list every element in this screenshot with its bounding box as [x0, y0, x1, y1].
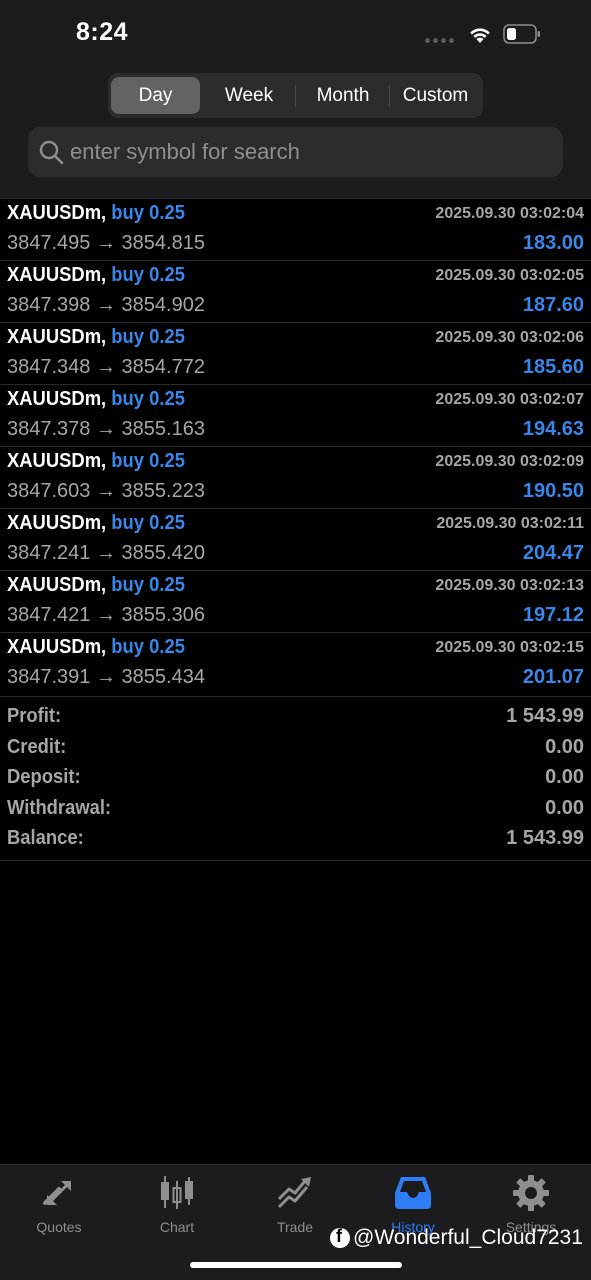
- deal-profit: 190.50: [522, 480, 584, 502]
- deal-row[interactable]: XAUUSDm, buy 0.25 2025.09.30 03:02:13 38…: [0, 570, 591, 632]
- deal-prices: 3847.378 → 3855.163: [7, 418, 205, 440]
- summary-credit-row: Credit: 0.00: [0, 732, 591, 763]
- wifi-icon: [470, 28, 490, 43]
- deal-side: buy 0.25: [111, 450, 185, 472]
- candlestick-chart-icon: [161, 1176, 193, 1209]
- balance-value: 1 543.99: [506, 827, 584, 849]
- tab-week[interactable]: Week: [204, 77, 294, 114]
- deal-prices: 3847.241 → 3855.420: [7, 542, 205, 564]
- deal-profit: 197.12: [522, 604, 584, 626]
- summary-section: Profit: 1 543.99 Credit: 0.00 Deposit: 0…: [0, 696, 591, 854]
- header-area: 8:24 Day Week Month Custom: [0, 0, 591, 198]
- deal-prices: 3847.495 → 3854.815: [7, 232, 205, 254]
- deal-prices: 3847.348 → 3854.772: [7, 356, 205, 378]
- deal-prices: 3847.391 → 3855.434: [7, 666, 205, 688]
- tab-quotes-label: Quotes: [36, 1219, 82, 1235]
- watermark-text: @Wonderful_Cloud7231: [353, 1226, 583, 1249]
- deal-profit: 185.60: [522, 356, 584, 378]
- withdrawal-value: 0.00: [545, 796, 584, 819]
- summary-withdrawal-row: Withdrawal: 0.00: [0, 793, 591, 824]
- tab-chart[interactable]: Chart: [118, 1173, 236, 1243]
- deal-side: buy 0.25: [111, 326, 185, 348]
- credit-label: Credit:: [7, 735, 67, 758]
- deal-symbol: XAUUSDm,: [7, 450, 107, 472]
- deal-datetime: 2025.09.30 03:02:07: [435, 391, 584, 408]
- tab-month[interactable]: Month: [297, 77, 389, 114]
- deal-side: buy 0.25: [111, 512, 185, 534]
- deal-symbol: XAUUSDm,: [7, 574, 107, 596]
- search-icon: [39, 140, 64, 165]
- search-bar: [28, 127, 563, 177]
- deals-list: XAUUSDm, buy 0.25 2025.09.30 03:02:04 38…: [0, 198, 591, 694]
- deal-datetime: 2025.09.30 03:02:09: [435, 453, 584, 470]
- deal-row[interactable]: XAUUSDm, buy 0.25 2025.09.30 03:02:15 38…: [0, 632, 591, 694]
- deal-profit: 194.63: [522, 418, 584, 440]
- deal-prices: 3847.603 → 3855.223: [7, 480, 205, 502]
- tab-quotes[interactable]: Quotes: [0, 1173, 118, 1243]
- search-input[interactable]: [70, 127, 550, 177]
- summary-profit-row: Profit: 1 543.99: [0, 701, 591, 732]
- deal-row[interactable]: XAUUSDm, buy 0.25 2025.09.30 03:02:06 38…: [0, 322, 591, 384]
- deal-datetime: 2025.09.30 03:02:06: [435, 329, 584, 346]
- history-screen: 8:24 Day Week Month Custom enter symbol …: [0, 0, 591, 1280]
- deal-side: buy 0.25: [111, 388, 185, 410]
- tab-custom[interactable]: Custom: [391, 77, 480, 114]
- profit-label: Profit:: [7, 705, 62, 727]
- deal-side: buy 0.25: [111, 636, 185, 658]
- deal-profit: 183.00: [522, 232, 584, 254]
- withdrawal-label: Withdrawal:: [7, 796, 112, 819]
- deal-row[interactable]: XAUUSDm, buy 0.25 2025.09.30 03:02:09 38…: [0, 446, 591, 508]
- summary-balance-row: Balance: 1 543.99: [0, 823, 591, 854]
- deposit-label: Deposit:: [7, 766, 81, 788]
- summary-deposit-row: Deposit: 0.00: [0, 762, 591, 793]
- balance-label: Balance:: [7, 827, 84, 849]
- watermark: @Wonderful_Cloud7231: [330, 1226, 583, 1256]
- tab-day[interactable]: Day: [111, 77, 200, 114]
- facebook-icon: [330, 1226, 350, 1248]
- status-time: 8:24: [76, 18, 129, 46]
- deal-symbol: XAUUSDm,: [7, 264, 107, 286]
- deal-symbol: XAUUSDm,: [7, 326, 107, 348]
- deposit-value: 0.00: [545, 766, 584, 788]
- deal-prices: 3847.421 → 3855.306: [7, 604, 205, 626]
- deal-symbol: XAUUSDm,: [7, 512, 107, 534]
- deal-datetime: 2025.09.30 03:02:15: [435, 639, 584, 656]
- deal-datetime: 2025.09.30 03:02:04: [435, 205, 584, 222]
- gear-icon: [513, 1175, 549, 1211]
- inbox-tray-icon: [395, 1177, 431, 1209]
- deal-symbol: XAUUSDm,: [7, 636, 107, 658]
- deal-side: buy 0.25: [111, 264, 185, 286]
- deal-datetime: 2025.09.30 03:02:05: [435, 267, 584, 284]
- credit-value: 0.00: [545, 735, 584, 758]
- deal-prices: 3847.398 → 3854.902: [7, 294, 205, 316]
- deal-datetime: 2025.09.30 03:02:13: [435, 577, 584, 594]
- deal-side: buy 0.25: [111, 202, 185, 224]
- summary-divider: [0, 860, 591, 861]
- deal-side: buy 0.25: [111, 574, 185, 596]
- segment-divider: [389, 85, 390, 107]
- deal-datetime: 2025.09.30 03:02:11: [436, 515, 584, 532]
- trade-trend-icon: [277, 1177, 311, 1209]
- status-bar: 8:24: [0, 0, 591, 70]
- segment-divider: [295, 85, 296, 107]
- deal-row[interactable]: XAUUSDm, buy 0.25 2025.09.30 03:02:07 38…: [0, 384, 591, 446]
- home-indicator[interactable]: [190, 1262, 402, 1268]
- deal-profit: 201.07: [522, 666, 584, 688]
- tab-chart-label: Chart: [159, 1219, 195, 1235]
- battery-icon: [503, 24, 540, 44]
- quotes-icon: [43, 1181, 71, 1205]
- deal-row[interactable]: XAUUSDm, buy 0.25 2025.09.30 03:02:11 38…: [0, 508, 591, 570]
- deal-symbol: XAUUSDm,: [7, 388, 107, 410]
- period-segmented-control: Day Week Month Custom: [108, 73, 483, 118]
- profit-value: 1 543.99: [506, 705, 584, 727]
- deal-profit: 204.47: [522, 542, 584, 564]
- deal-row[interactable]: XAUUSDm, buy 0.25 2025.09.30 03:02:04 38…: [0, 198, 591, 260]
- deal-profit: 187.60: [522, 294, 584, 316]
- deal-symbol: XAUUSDm,: [7, 202, 107, 224]
- deal-row[interactable]: XAUUSDm, buy 0.25 2025.09.30 03:02:05 38…: [0, 260, 591, 322]
- cellular-signal-icon: [425, 38, 457, 44]
